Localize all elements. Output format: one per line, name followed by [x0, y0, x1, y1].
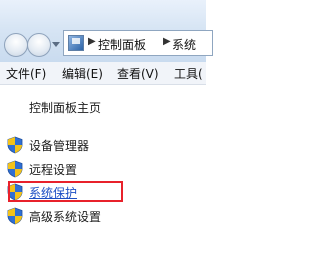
- device-manager-link[interactable]: 设备管理器: [7, 135, 197, 157]
- recent-pages-dropdown[interactable]: [52, 42, 60, 47]
- task-pane: 控制面板主页 设备管理器 远程设置 系统保护 高级系统设置: [0, 85, 206, 266]
- menu-file[interactable]: 文件(F): [6, 65, 46, 82]
- remote-settings-label: 远程设置: [29, 163, 78, 177]
- breadcrumb-separator-icon[interactable]: ▶: [88, 36, 96, 47]
- menu-bar: 文件(F) 编辑(E) 查看(V) 工具(: [0, 62, 206, 85]
- breadcrumb-system[interactable]: 系统: [172, 36, 196, 53]
- uac-shield-icon: [7, 160, 23, 178]
- breadcrumb-separator-icon[interactable]: ▶: [163, 36, 171, 47]
- highlight-box: [8, 181, 123, 202]
- menu-edit[interactable]: 编辑(E): [62, 65, 103, 82]
- title-bar: ▶ 控制面板 ▶ 系统: [0, 0, 213, 62]
- remote-settings-link[interactable]: 远程设置: [7, 159, 197, 181]
- advanced-system-settings-link[interactable]: 高级系统设置: [7, 206, 197, 228]
- advanced-system-settings-label: 高级系统设置: [29, 210, 102, 224]
- control-panel-icon: [68, 35, 84, 51]
- back-button[interactable]: [4, 33, 28, 57]
- forward-button[interactable]: [27, 33, 51, 57]
- device-manager-label: 设备管理器: [29, 139, 90, 153]
- breadcrumb-control-panel[interactable]: 控制面板: [98, 36, 146, 53]
- control-panel-home-link[interactable]: 控制面板主页: [29, 99, 101, 116]
- uac-shield-icon: [7, 207, 23, 225]
- menu-tools[interactable]: 工具(: [174, 65, 203, 82]
- uac-shield-icon: [7, 136, 23, 154]
- address-bar[interactable]: ▶ 控制面板 ▶ 系统: [63, 30, 213, 56]
- menu-view[interactable]: 查看(V): [117, 65, 159, 82]
